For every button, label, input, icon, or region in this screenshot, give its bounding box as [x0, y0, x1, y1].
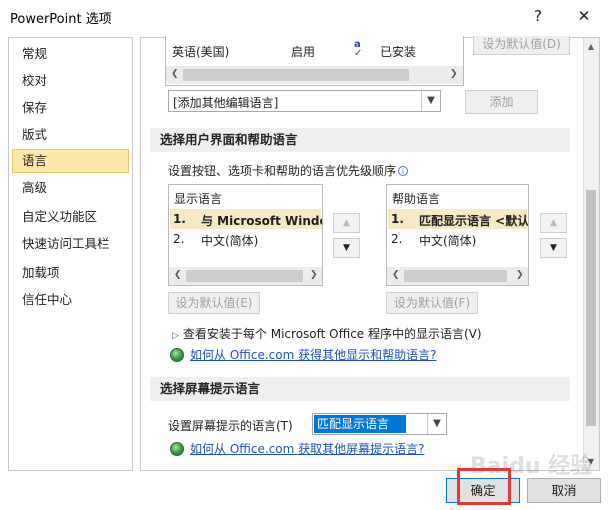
item-text: 中文(简体) — [419, 234, 477, 248]
screentip-languages-link-row: 如何从 Office.com 获取其他屏幕提示语言? — [170, 440, 424, 457]
move-down-button[interactable]: ▼ — [333, 238, 360, 258]
sidebar-item-advanced[interactable]: 高级 — [12, 176, 129, 200]
set-default-editing-button[interactable]: 设为默认值(D) — [473, 36, 570, 55]
triangle-down-icon: ▼ — [343, 243, 350, 253]
editing-language-list[interactable]: 英语(美国) 启用 a ✓ 已安装 ❮ ❯ — [165, 36, 464, 86]
sidebar-item-customize-ribbon[interactable]: 自定义功能区 — [12, 205, 129, 229]
scroll-up-icon[interactable]: ▲ — [586, 42, 596, 51]
add-language-button[interactable]: 添加 — [465, 90, 538, 114]
help-languages-link-row: 如何从 Office.com 获得其他显示和帮助语言? — [170, 346, 436, 363]
screentip-language-select[interactable]: 匹配显示语言 ▼ — [312, 413, 447, 435]
get-help-languages-link[interactable]: 如何从 Office.com 获得其他显示和帮助语言? — [190, 348, 436, 362]
sidebar-item-addins[interactable]: 加载项 — [12, 261, 129, 285]
horizontal-scrollbar[interactable]: ❮ ❯ — [166, 66, 463, 84]
item-text: 与 Microsoft Windo — [201, 214, 323, 228]
set-default-help-button[interactable]: 设为默认值(F) — [386, 292, 478, 314]
item-text: 中文(简体) — [201, 234, 259, 248]
sidebar-item-language[interactable]: 语言 — [12, 149, 129, 173]
scroll-right-icon[interactable]: ❯ — [516, 270, 524, 280]
info-icon: i — [398, 166, 409, 176]
title-bar: PowerPoint 选项 ? ✕ — [0, 0, 609, 32]
sidebar-item-general[interactable]: 常规 — [12, 42, 129, 66]
chevron-down-icon[interactable]: ▼ — [421, 91, 440, 111]
item-number: 2. — [173, 232, 185, 246]
triangle-up-icon: ▲ — [550, 218, 557, 228]
view-display-languages-expander[interactable]: ▷ 查看安装于每个 Microsoft Office 程序中的显示语言(V) — [172, 325, 482, 342]
sidebar-item-proofing[interactable]: 校对 — [12, 69, 129, 93]
help-language-list[interactable]: 帮助语言 1. 匹配显示语言 <默认 2. 中文(简体) ❮ ❯ — [386, 184, 529, 286]
language-cell: 英语(美国) — [172, 45, 230, 59]
scroll-right-icon[interactable]: ❯ — [310, 270, 318, 280]
list-item-selected[interactable]: 1. 匹配显示语言 <默认 — [388, 209, 529, 229]
sidebar-item-trust-center[interactable]: 信任中心 — [12, 288, 129, 312]
display-language-list[interactable]: 显示语言 1. 与 Microsoft Windo 2. 中文(简体) ❮ ❯ — [168, 184, 323, 286]
add-editing-language-select[interactable]: [添加其他编辑语言] ▼ — [168, 90, 441, 112]
sidebar-item-layout[interactable]: 版式 — [12, 123, 129, 147]
scroll-right-icon[interactable]: ❯ — [450, 69, 458, 79]
scroll-thumb[interactable] — [186, 270, 303, 282]
scroll-left-icon[interactable]: ❮ — [392, 270, 400, 280]
proofing-cell: 已安装 — [380, 45, 417, 59]
screentip-language-label: 设置屏幕提示的语言(T) — [168, 419, 293, 433]
item-number: 1. — [173, 212, 186, 226]
horizontal-scrollbar[interactable]: ❮ ❯ — [387, 267, 528, 285]
window-title: PowerPoint 选项 — [10, 12, 112, 27]
item-text: 匹配显示语言 <默认 — [419, 214, 529, 228]
scroll-left-icon[interactable]: ❮ — [174, 270, 182, 280]
sidebar-item-quick-access[interactable]: 快速访问工具栏 — [12, 232, 129, 256]
cancel-button[interactable]: 取消 — [527, 478, 601, 503]
section-header-screentip: 选择屏幕提示语言 — [150, 377, 570, 401]
section-header-ui-help: 选择用户界面和帮助语言 — [150, 128, 570, 152]
help-move-down-button[interactable]: ▼ — [540, 238, 567, 258]
expander-text: 查看安装于每个 Microsoft Office 程序中的显示语言(V) — [182, 327, 482, 341]
add-language-value: [添加其他编辑语言] — [173, 96, 279, 110]
ok-highlight-annotation — [457, 468, 511, 505]
sidebar: 常规 校对 保存 版式 语言 高级 自定义功能区 快速访问工具栏 加载项 信任中… — [8, 37, 133, 471]
vertical-scroll-thumb[interactable] — [586, 190, 596, 426]
triangle-down-icon: ▼ — [550, 243, 557, 253]
scroll-thumb[interactable] — [404, 270, 507, 282]
instruction-text: 设置按钮、选项卡和帮助的语言优先级顺序 — [168, 164, 397, 178]
globe-icon — [170, 442, 184, 456]
list-item-selected[interactable]: 1. 与 Microsoft Windo — [170, 209, 323, 229]
item-number: 1. — [391, 212, 404, 226]
chevron-down-icon[interactable]: ▼ — [427, 414, 446, 434]
abc-check-icon: a ✓ — [354, 39, 363, 59]
list-item[interactable]: 2. 中文(简体) — [170, 230, 321, 250]
selected-value: 匹配显示语言 — [314, 415, 406, 433]
close-button[interactable]: ✕ — [569, 4, 599, 28]
list-item[interactable]: 2. 中文(简体) — [388, 230, 527, 250]
status-cell: 启用 — [291, 45, 316, 59]
triangle-up-icon: ▲ — [343, 218, 350, 228]
ui-language-instruction: 设置按钮、选项卡和帮助的语言优先级顺序 i — [168, 162, 409, 179]
help-button[interactable]: ? — [523, 4, 553, 28]
display-list-title: 显示语言 — [174, 192, 223, 206]
sidebar-item-save[interactable]: 保存 — [12, 96, 129, 120]
item-number: 2. — [391, 232, 403, 246]
scroll-left-icon[interactable]: ❮ — [171, 69, 179, 79]
help-move-up-button[interactable]: ▲ — [540, 213, 567, 233]
horizontal-scrollbar[interactable]: ❮ ❯ — [169, 267, 322, 285]
scroll-thumb[interactable] — [183, 69, 409, 81]
triangle-right-icon: ▷ — [172, 331, 179, 341]
move-up-button[interactable]: ▲ — [333, 213, 360, 233]
get-screentip-languages-link[interactable]: 如何从 Office.com 获取其他屏幕提示语言? — [190, 442, 424, 456]
set-default-display-button[interactable]: 设为默认值(E) — [168, 292, 260, 314]
globe-icon — [170, 348, 184, 362]
help-list-title: 帮助语言 — [392, 192, 441, 206]
